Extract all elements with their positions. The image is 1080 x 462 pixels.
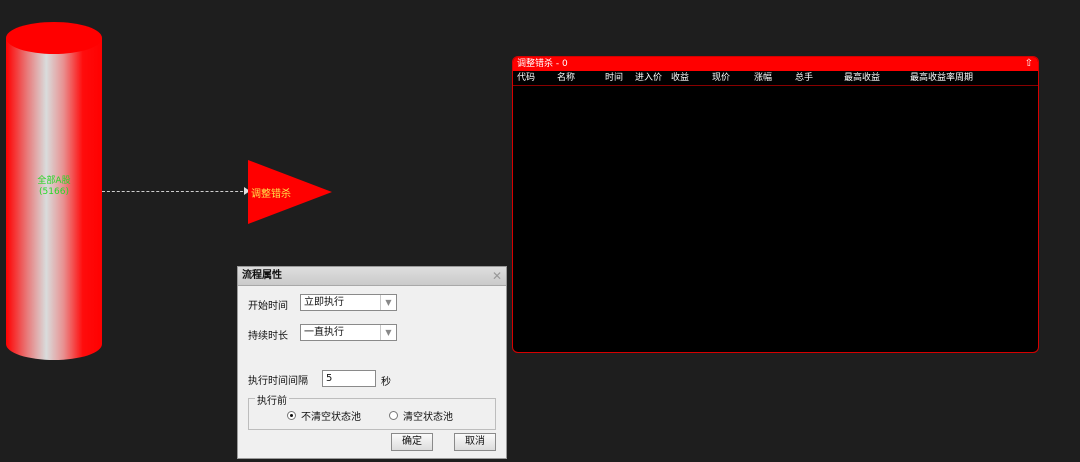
chevron-down-icon[interactable]: ▼	[380, 325, 396, 340]
flow-properties-dialog: 流程属性 ✕ 开始时间 立即执行 ▼ 持续时长 一直执行 ▼ 执行时间间隔 5 …	[237, 266, 507, 459]
flow-connector-line	[102, 191, 248, 192]
column-header[interactable]: 总手	[795, 71, 813, 85]
result-panel: 调整错杀 - 0 ⇧ 代码 名称 时间 进入价 收益 现价 涨幅 总手 最高收益…	[512, 56, 1039, 353]
cylinder-top	[6, 22, 102, 54]
duration-label: 持续时长	[248, 331, 288, 342]
dialog-title: 流程属性	[242, 270, 282, 281]
start-time-select[interactable]: 立即执行 ▼	[300, 294, 397, 311]
ok-button[interactable]: 确定	[391, 433, 433, 451]
column-header[interactable]: 名称	[557, 71, 575, 85]
radio-clear-pool-label: 清空状态池	[403, 412, 453, 423]
radio-selected-icon[interactable]	[287, 411, 296, 420]
source-node-count: (5166)	[39, 187, 69, 197]
radio-unselected-icon[interactable]	[389, 411, 398, 420]
interval-label: 执行时间间隔	[248, 376, 308, 387]
source-node-name: 全部A股	[37, 176, 71, 186]
interval-unit: 秒	[381, 377, 391, 388]
start-time-value: 立即执行	[304, 297, 344, 308]
duration-select[interactable]: 一直执行 ▼	[300, 324, 397, 341]
chevron-down-icon[interactable]: ▼	[380, 295, 396, 310]
result-panel-titlebar: 调整错杀 - 0 ⇧	[513, 57, 1038, 71]
column-header[interactable]: 进入价	[635, 71, 662, 85]
result-panel-title: 调整错杀 - 0	[517, 59, 568, 69]
duration-value: 一直执行	[304, 327, 344, 338]
interval-input[interactable]: 5	[322, 370, 376, 387]
column-header[interactable]: 涨幅	[754, 71, 772, 85]
before-exec-group: 执行前 不清空状态池 清空状态池	[248, 392, 496, 430]
before-exec-legend: 执行前	[255, 392, 289, 407]
column-header[interactable]: 代码	[517, 71, 535, 85]
filter-node-label: 调整错杀	[251, 189, 291, 200]
result-table-header: 代码 名称 时间 进入价 收益 现价 涨幅 总手 最高收益 最高收益率周期	[513, 71, 1038, 86]
column-header[interactable]: 收益	[671, 71, 689, 85]
column-header[interactable]: 时间	[605, 71, 623, 85]
radio-keep-pool[interactable]: 不清空状态池	[287, 408, 361, 423]
collapse-up-icon[interactable]: ⇧	[1025, 57, 1033, 71]
result-table-body[interactable]	[513, 86, 1038, 352]
start-time-label: 开始时间	[248, 301, 288, 312]
cancel-button[interactable]: 取消	[454, 433, 496, 451]
close-icon[interactable]: ✕	[492, 267, 502, 285]
radio-clear-pool[interactable]: 清空状态池	[389, 408, 453, 423]
radio-keep-pool-label: 不清空状态池	[301, 412, 361, 423]
source-node-cylinder[interactable]: 全部A股 (5166)	[6, 22, 102, 360]
column-header[interactable]: 现价	[712, 71, 730, 85]
column-header[interactable]: 最高收益率周期	[910, 71, 973, 85]
dialog-titlebar: 流程属性 ✕	[238, 267, 506, 286]
column-header[interactable]: 最高收益	[844, 71, 880, 85]
source-node-label: 全部A股 (5166)	[6, 176, 102, 198]
